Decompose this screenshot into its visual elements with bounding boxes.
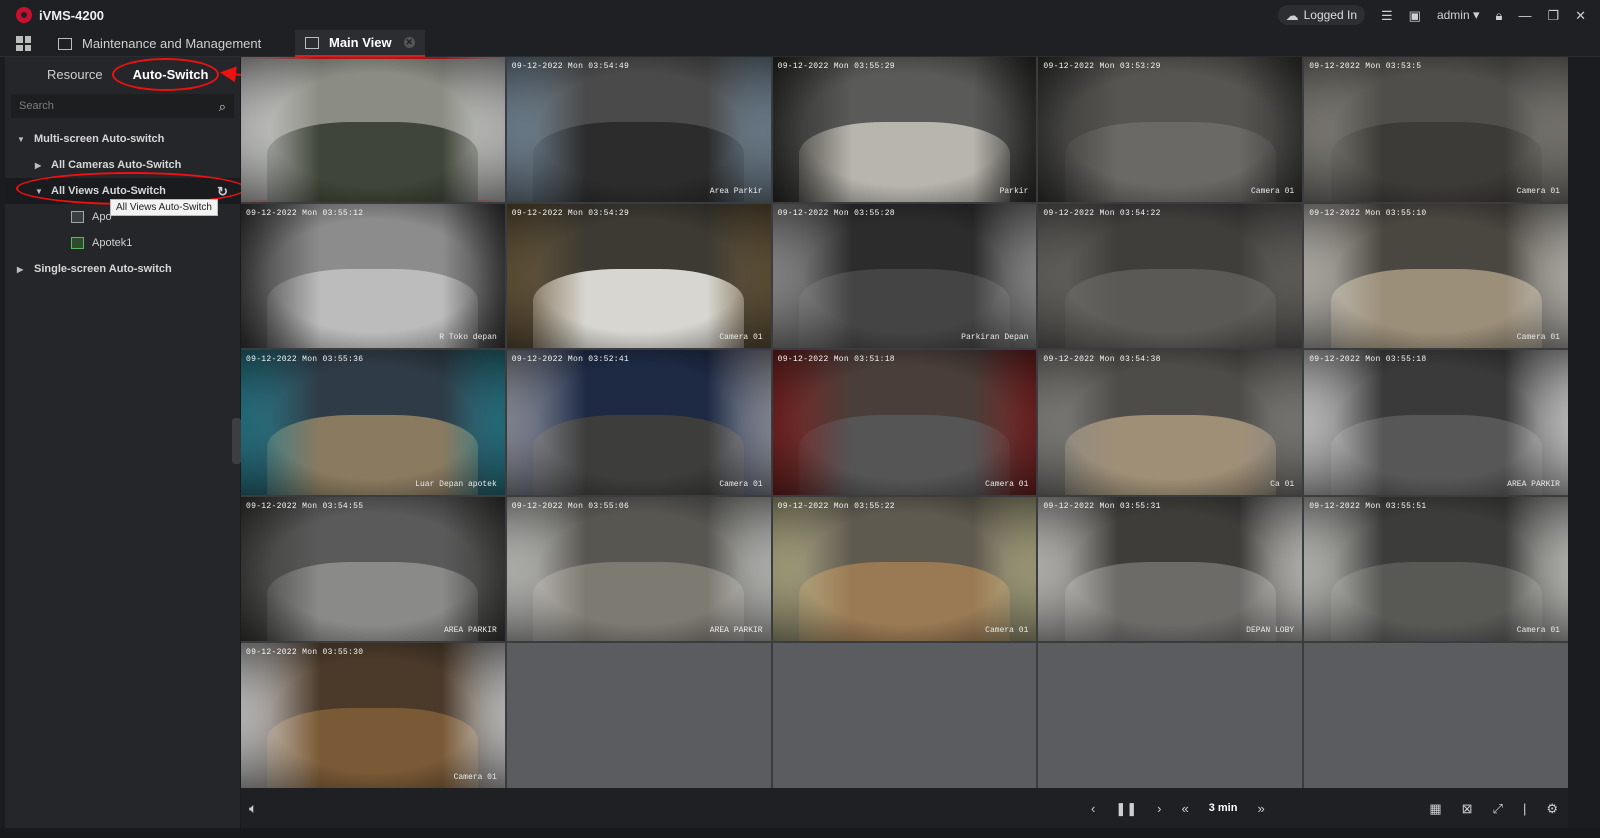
tooltip: All Views Auto-Switch: [110, 199, 218, 216]
camera-tile[interactable]: [241, 57, 505, 202]
ivms-window: { "app":{"title":"iVMS-4200","login_stat…: [0, 0, 1600, 838]
annotation-arrows: [220, 66, 369, 183]
camera-vignette: [241, 57, 505, 202]
